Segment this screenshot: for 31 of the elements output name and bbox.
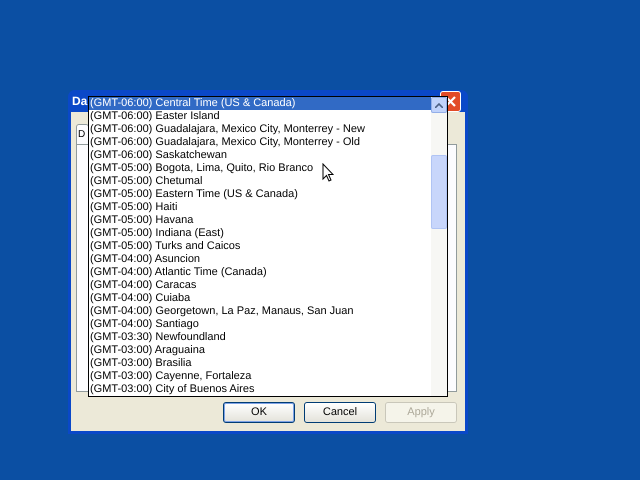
list-item[interactable]: (GMT-03:00) Cayenne, Fortaleza (89, 370, 431, 383)
list-item[interactable]: (GMT-05:00) Chetumal (89, 175, 431, 188)
list-item[interactable]: (GMT-06:00) Easter Island (89, 110, 431, 123)
list-item[interactable]: (GMT-04:00) Asuncion (89, 253, 431, 266)
list-item[interactable]: (GMT-06:00) Guadalajara, Mexico City, Monterrey - New (89, 123, 431, 136)
dialog-button[interactable]: Cancel (304, 402, 376, 423)
window-title: Da (72, 93, 88, 110)
list-item[interactable]: (GMT-04:00) Georgetown, La Paz, Manaus, San Juan (89, 305, 431, 318)
list-item[interactable]: (GMT-03:00) Araguaina (89, 344, 431, 357)
list-item[interactable]: (GMT-04:00) Caracas (89, 279, 431, 292)
list-item[interactable]: (GMT-04:00) Cuiaba (89, 292, 431, 305)
list-item[interactable]: (GMT-05:00) Turks and Caicos (89, 240, 431, 253)
list-item[interactable]: (GMT-06:00) Central Time (US & Canada) (89, 97, 431, 110)
list-item[interactable]: (GMT-03:30) Newfoundland (89, 331, 431, 344)
scroll-thumb[interactable] (431, 155, 447, 229)
list-item[interactable]: (GMT-03:00) City of Buenos Aires (89, 383, 431, 396)
list-item[interactable]: (GMT-04:00) Santiago (89, 318, 431, 331)
list-item[interactable]: (GMT-06:00) Guadalajara, Mexico City, Monterrey - Old (89, 136, 431, 149)
mouse-pointer-icon (322, 163, 334, 182)
list-item[interactable]: (GMT-03:00) Brasilia (89, 357, 431, 370)
list-item[interactable]: (GMT-04:00) Atlantic Time (Canada) (89, 266, 431, 279)
scroll-up-button[interactable] (431, 97, 447, 113)
list-item[interactable]: (GMT-05:00) Havana (89, 214, 431, 227)
scrollbar[interactable] (431, 97, 447, 396)
list-item[interactable]: (GMT-05:00) Indiana (East) (89, 227, 431, 240)
list-item[interactable]: (GMT-06:00) Saskatchewan (89, 149, 431, 162)
list-item[interactable]: (GMT-05:00) Haiti (89, 201, 431, 214)
dialog-button[interactable]: OK (223, 402, 295, 423)
list-item[interactable]: (GMT-05:00) Bogota, Lima, Quito, Rio Branco (89, 162, 431, 175)
list-item[interactable]: (GMT-05:00) Eastern Time (US & Canada) (89, 188, 431, 201)
tab[interactable]: D (76, 124, 90, 144)
